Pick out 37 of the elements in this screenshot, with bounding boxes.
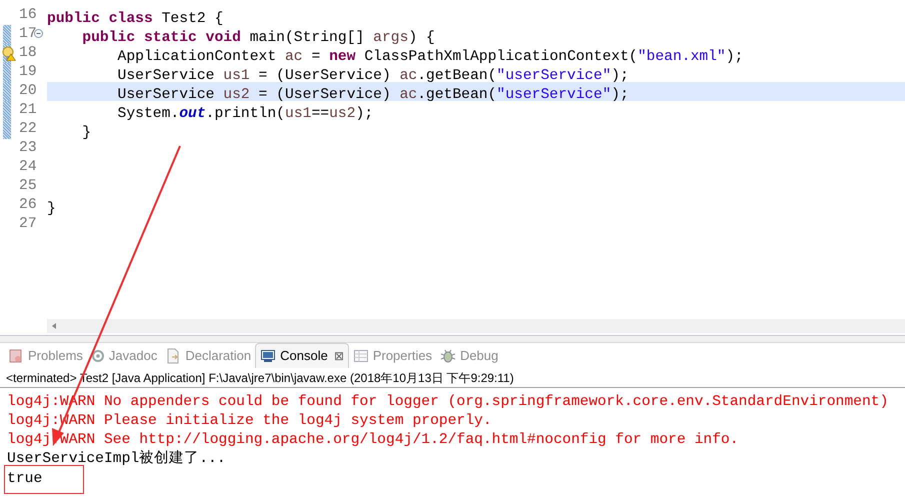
panel-tab[interactable]: Console ⊠ [255, 343, 349, 368]
panel-tab[interactable]: Properties [348, 343, 436, 368]
close-icon[interactable]: ⊠ [334, 347, 344, 365]
lightbulb-warning-icon[interactable] [2, 46, 16, 61]
table-icon [352, 348, 369, 364]
console-line: true [7, 470, 42, 489]
code-line: System.out.println(us1==us2); [116, 106, 374, 122]
line-number: 19 [19, 63, 37, 82]
panel-tab[interactable]: Javadoc [86, 343, 162, 368]
at-sign-icon [90, 348, 105, 364]
code-line: public static void main(String[] args) { [81, 30, 435, 46]
code-line: public class Test2 { [47, 11, 224, 27]
line-number: 22 [19, 120, 37, 139]
declaration-icon [165, 348, 182, 364]
line-number: 20 [19, 82, 37, 101]
line-number: 16 [19, 6, 37, 25]
line-number: 18 [19, 44, 37, 63]
line-number: 24 [19, 158, 37, 177]
line-number: 23 [19, 139, 37, 158]
line-number: 21 [19, 101, 37, 120]
code-line: } [47, 201, 56, 217]
line-number: 27 [19, 215, 37, 234]
panel-tab[interactable]: Debug [436, 343, 502, 368]
problems-icon [8, 348, 24, 364]
scroll-left-icon[interactable] [50, 322, 58, 330]
console-icon [260, 348, 276, 364]
panel-tab[interactable]: Declaration [161, 343, 256, 368]
line-number: 26 [19, 196, 37, 215]
code-line: } [81, 125, 92, 141]
console-line: UserServiceImpl被创建了... [7, 450, 226, 469]
code-line: ApplicationContext ac = new ClassPathXmlApplicationContext("bean.xml"); [116, 49, 744, 65]
bug-icon [440, 348, 456, 364]
code-line: UserService us1 = (UserService) ac.getBean("userService"); [116, 68, 629, 84]
code-line: UserService us2 = (UserService) ac.getBean("userService"); [116, 87, 629, 103]
horizontal-scrollbar[interactable] [47, 319, 905, 333]
line-number: 25 [19, 177, 37, 196]
panel-tab[interactable]: Problems [4, 343, 87, 368]
